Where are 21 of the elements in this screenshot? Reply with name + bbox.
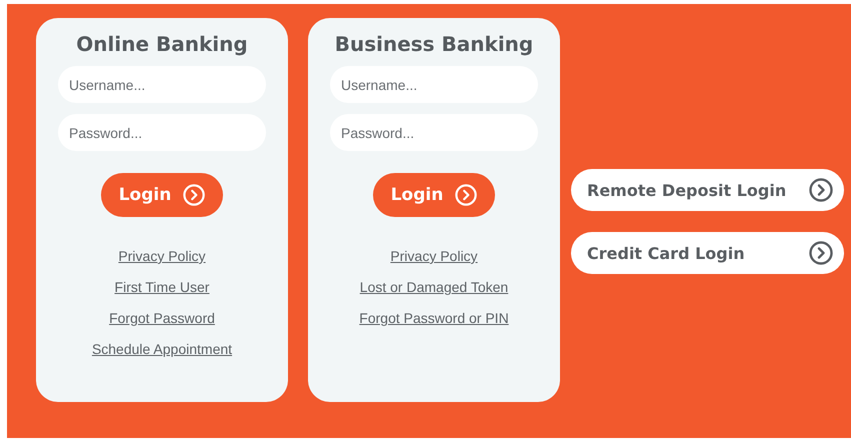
card-title: Business Banking [334,32,534,56]
card-title: Online Banking [76,32,248,56]
chevron-circle-icon [809,178,833,202]
login-button[interactable]: Login [373,173,495,217]
footer-link[interactable]: Privacy Policy [390,247,478,266]
footer-link[interactable]: First Time User [114,278,210,297]
footer-link[interactable]: Schedule Appointment [92,340,232,359]
chevron-circle-icon [455,184,478,206]
username-field[interactable]: Username... [58,66,266,103]
chevron-circle-icon [809,241,833,265]
footer-link[interactable]: Forgot Password [109,309,215,328]
password-field[interactable]: Password... [330,114,538,151]
quick-login-button[interactable]: Remote Deposit Login [571,169,844,211]
quick-login-button[interactable]: Credit Card Login [571,232,844,274]
footer-link[interactable]: Privacy Policy [118,247,206,266]
footer-link[interactable]: Lost or Damaged Token [360,278,508,297]
login-button[interactable]: Login [101,173,223,217]
username-field[interactable]: Username... [330,66,538,103]
chevron-circle-icon [183,184,206,206]
footer-link[interactable]: Forgot Password or PIN [359,309,509,328]
password-field[interactable]: Password... [58,114,266,151]
